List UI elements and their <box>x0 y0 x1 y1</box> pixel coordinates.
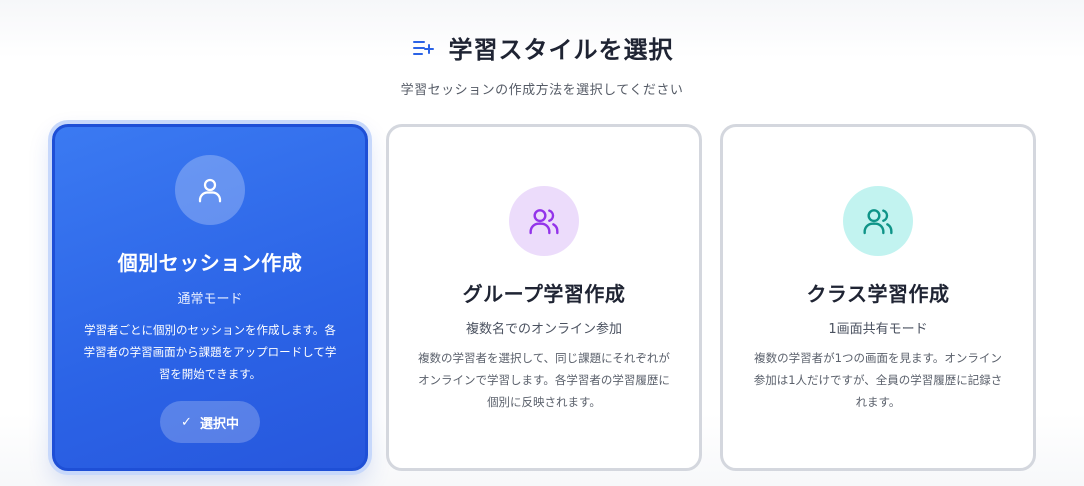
title-row: 学習スタイルを選択 <box>0 30 1084 65</box>
check-icon: ✓ <box>181 414 192 430</box>
card-description: 複数の学習者が1つの画面を見ます。オンライン参加は1人だけですが、全員の学習履歴… <box>753 351 1003 409</box>
option-card-class[interactable]: クラス学習作成 1画面共有モード 複数の学習者が1つの画面を見ます。オンライン参… <box>720 124 1036 471</box>
users-icon <box>843 186 913 256</box>
selected-badge[interactable]: ✓ 選択中 <box>160 401 260 443</box>
option-card-group[interactable]: グループ学習作成 複数名でのオンライン参加 複数の学習者を選択して、同じ課題にそ… <box>386 124 702 471</box>
option-card-individual[interactable]: 個別セッション作成 通常モード 学習者ごとに個別のセッションを作成します。各学習… <box>52 124 368 471</box>
card-description: 複数の学習者を選択して、同じ課題にそれぞれがオンラインで学習します。各学習者の学… <box>418 351 670 409</box>
card-mode: 通常モード <box>177 292 243 307</box>
page-subtitle: 学習セッションの作成方法を選択してください <box>400 83 684 98</box>
card-title: グループ学習作成 <box>462 282 626 306</box>
card-title: 個別セッション作成 <box>117 251 303 275</box>
page-title: 学習スタイルを選択 <box>448 36 674 64</box>
list-add-icon <box>411 36 435 60</box>
card-mode: 複数名でのオンライン参加 <box>465 322 622 337</box>
card-title: クラス学習作成 <box>806 282 950 306</box>
users-icon <box>509 186 579 256</box>
user-icon <box>175 155 245 225</box>
card-mode: 1画面共有モード <box>828 322 928 337</box>
selected-label: 選択中 <box>199 416 239 432</box>
card-description: 学習者ごとに個別のセッションを作成します。各学習者の学習画面から課題をアップロー… <box>83 323 337 381</box>
